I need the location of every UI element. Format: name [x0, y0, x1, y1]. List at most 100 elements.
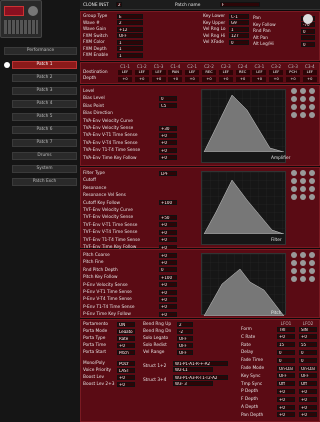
key-value[interactable]: 127 [229, 33, 249, 38]
perf-value[interactable]: Rate [117, 335, 135, 341]
sidebar-item-patch-6[interactable]: Patch 6 [12, 126, 77, 134]
env-preset-button[interactable] [300, 104, 306, 110]
pitch-value[interactable]: 0 [159, 267, 177, 273]
depth-value[interactable]: +0 [235, 77, 250, 82]
env-preset-button[interactable] [309, 260, 315, 266]
key-value[interactable]: 0 [229, 39, 249, 45]
bend-value[interactable]: OFF [177, 342, 193, 348]
lfo2-value[interactable]: +0 [299, 412, 317, 418]
struct-value-2[interactable]: W2-L1 [173, 367, 213, 372]
env-preset-button[interactable] [291, 170, 297, 176]
wave-value[interactable]: E [117, 13, 143, 19]
sidebar-item-patch-4[interactable]: Patch 4 [12, 100, 77, 108]
lfo1-value[interactable]: 15 [277, 342, 295, 348]
depth-value[interactable]: +0 [202, 77, 216, 82]
env-preset-button[interactable] [291, 178, 297, 184]
lfo1-value[interactable]: +0 [277, 404, 295, 410]
depth-value[interactable]: +0 [118, 77, 132, 82]
env-preset-button[interactable] [291, 252, 297, 258]
env-preset-button[interactable] [300, 252, 306, 258]
sidebar-item-performance[interactable]: Performance [4, 47, 77, 55]
depth-value[interactable]: +0 [252, 77, 267, 82]
env-preset-button[interactable] [309, 104, 315, 110]
dest-value[interactable]: LEF [218, 70, 233, 75]
sidebar-item-patch-5[interactable]: Patch 5 [12, 113, 77, 121]
lfo1-value[interactable]: TRI [277, 326, 295, 332]
env-preset-button[interactable] [300, 194, 306, 200]
sidebar-item-patch-3[interactable]: Patch 3 [12, 87, 77, 95]
env-preset-button[interactable] [300, 88, 306, 94]
key-value[interactable]: G9 [229, 20, 249, 25]
misc-value[interactable]: +0 [117, 381, 135, 387]
dest-value[interactable]: REC [235, 70, 250, 75]
lfo2-value[interactable]: Off [299, 381, 317, 387]
wave-value[interactable]: +12 [117, 26, 143, 32]
amp-value[interactable]: C5 [159, 103, 177, 109]
pitch-value[interactable]: +0 [159, 282, 177, 288]
wave-value[interactable]: 1 [117, 52, 143, 58]
pitch-value[interactable]: +100 [159, 274, 177, 280]
lfo2-value[interactable]: OFF [299, 373, 317, 379]
misc-value[interactable]: POLY [117, 360, 135, 366]
env-preset-button[interactable] [300, 260, 306, 266]
pan-value[interactable]: 0 [301, 41, 315, 47]
wave-value[interactable]: 1 [117, 46, 143, 51]
dest-value[interactable]: PAN [168, 70, 183, 75]
amp-value[interactable]: 0 [159, 95, 177, 101]
env-preset-button[interactable] [300, 96, 306, 102]
lfo2-value[interactable]: 0 [299, 349, 317, 355]
dest-value[interactable]: LEF [269, 70, 284, 75]
env-preset-button[interactable] [291, 104, 297, 110]
sidebar-item-system[interactable]: System [12, 165, 77, 173]
dest-value[interactable]: REC [202, 70, 216, 75]
depth-value[interactable]: +0 [151, 77, 166, 82]
env-preset-button[interactable] [300, 268, 306, 274]
pan-value[interactable] [301, 35, 315, 40]
env-preset-button[interactable] [291, 88, 297, 94]
lfo1-value[interactable]: On-Dal [277, 365, 295, 371]
lfo2-value[interactable]: +0 [299, 404, 317, 410]
amp-value[interactable]: +0 [159, 132, 177, 138]
env-preset-button[interactable] [309, 170, 315, 176]
dest-value[interactable]: LEF [118, 70, 132, 75]
lfo1-value[interactable]: +0 [277, 412, 295, 418]
env-preset-button[interactable] [291, 186, 297, 192]
env-preset-button[interactable] [291, 268, 297, 274]
env-preset-button[interactable] [291, 96, 297, 102]
perf-value[interactable]: +0 [117, 342, 135, 348]
env-preset-button[interactable] [309, 96, 315, 102]
lfo1-value[interactable]: 0 [277, 357, 295, 363]
misc-value[interactable]: +0 [117, 374, 135, 380]
env-preset-button[interactable] [291, 276, 297, 282]
bend-value[interactable]: OFF [177, 349, 193, 355]
key-value[interactable]: C-1 [229, 13, 249, 19]
env-preset-button[interactable] [291, 112, 297, 118]
env-preset-button[interactable] [300, 178, 306, 184]
filter-value[interactable]: +0 [159, 229, 177, 235]
amp-value[interactable]: +0 [159, 155, 177, 161]
env-preset-button[interactable] [300, 186, 306, 192]
depth-value[interactable]: +0 [302, 77, 317, 82]
lfo2-value[interactable]: SIN [299, 326, 317, 332]
pitch-value[interactable]: +0 [159, 289, 177, 295]
lfo2-value[interactable]: +0 [299, 388, 317, 394]
depth-value[interactable]: +0 [134, 77, 149, 82]
depth-value[interactable]: +0 [286, 77, 300, 82]
misc-value[interactable]: LAST [117, 367, 135, 373]
lfo1-value[interactable]: +0 [277, 334, 295, 340]
lfo2-value[interactable]: 55 [299, 342, 317, 348]
env-preset-button[interactable] [309, 186, 315, 192]
filter-value[interactable]: LPF [159, 170, 177, 176]
wave-value[interactable]: 2 [117, 20, 143, 25]
lfo2-value[interactable]: 0 [299, 357, 317, 363]
sidebar-item-patch-2[interactable]: Patch 2 [12, 74, 77, 82]
pitch-value[interactable]: +0 [159, 259, 177, 265]
wave-value[interactable]: OFF [117, 33, 143, 38]
dest-value[interactable]: LEF [185, 70, 200, 75]
amp-value[interactable]: +30 [159, 125, 177, 131]
bend-value[interactable]: -2 [177, 328, 193, 334]
pitch-value[interactable]: +0 [159, 252, 177, 258]
filter-value[interactable]: +50 [159, 214, 177, 220]
amp-value[interactable]: +0 [159, 140, 177, 146]
env-preset-button[interactable] [291, 260, 297, 266]
